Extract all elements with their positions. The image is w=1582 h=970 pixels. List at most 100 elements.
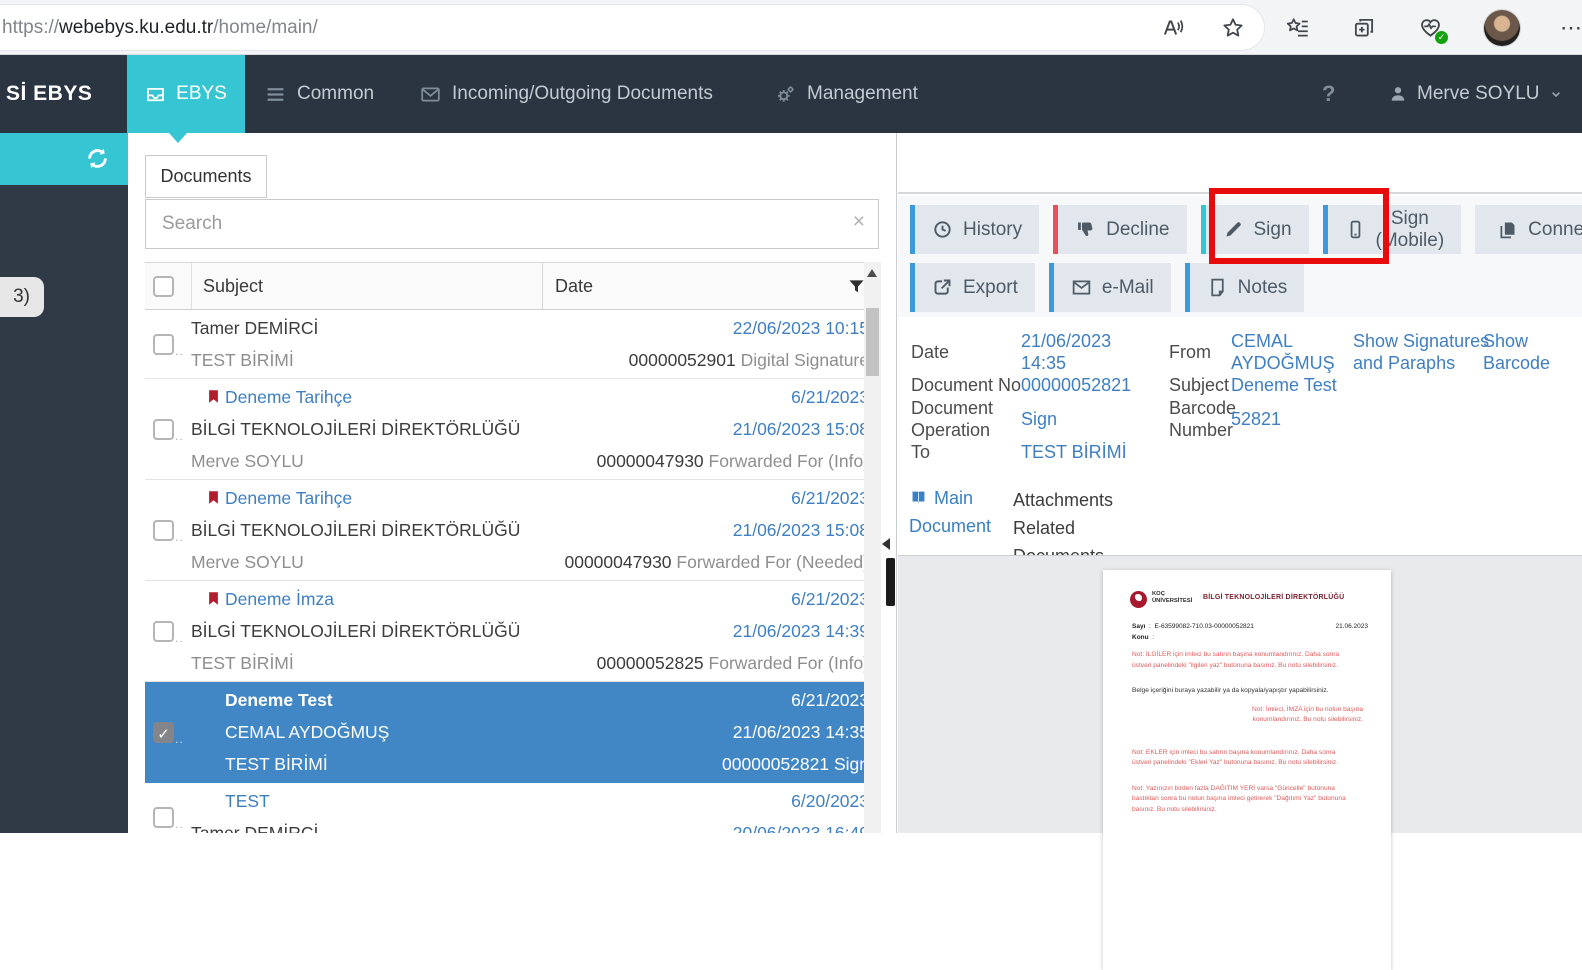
- tab-attachments[interactable]: Attachments: [1013, 486, 1113, 514]
- select-all-checkbox[interactable]: [145, 276, 191, 297]
- app-brand: Sİ EBYS: [6, 55, 92, 133]
- thumb-down-icon: [1075, 219, 1096, 240]
- collapse-panel-arrow[interactable]: [882, 538, 890, 550]
- nav-tab-incoming-outgoing[interactable]: Incoming/Outgoing Documents: [420, 55, 713, 133]
- document-list: Tamer DEMİRCİTEST BİRİMİ22/06/2023 10:15…: [145, 310, 879, 833]
- connections-button[interactable]: Connections: [1475, 205, 1582, 254]
- avatar[interactable]: [1484, 10, 1520, 46]
- clock-icon: [932, 219, 953, 240]
- table-row[interactable]: Deneme İmzaBİLGİ TEKNOLOJİLERİ DİREKTÖRL…: [145, 581, 879, 682]
- search-box: ×: [145, 199, 879, 249]
- scrollbar-thumb[interactable]: [866, 308, 879, 376]
- table-row[interactable]: Deneme TarihçeBİLGİ TEKNOLOJİLERİ DİREKT…: [145, 379, 879, 480]
- nav-tab-ebys[interactable]: EBYS: [127, 55, 245, 133]
- sign-button[interactable]: Sign: [1201, 205, 1309, 254]
- row-checkbox[interactable]: [145, 621, 191, 642]
- field-value-date: 21/06/2023 14:35: [1021, 330, 1133, 374]
- field-value-document-no: 00000052821: [1021, 374, 1131, 396]
- sayi-line: Sayı : E-63599082-710.03-00000052821: [1132, 623, 1254, 630]
- nav-tab-label: Incoming/Outgoing Documents: [452, 83, 713, 105]
- mobile-icon: [1345, 219, 1366, 240]
- nav-tab-management[interactable]: Management: [775, 55, 918, 133]
- sidebar: 3): [0, 133, 128, 833]
- field-label-document-operation: Document Operation: [911, 397, 1007, 441]
- app-navbar: Sİ EBYS EBYS Common Incoming/Outgoing Do…: [0, 55, 1582, 133]
- university-name: KOÇ ÜNİVERSİTESİ: [1152, 591, 1190, 605]
- mail-icon: [1071, 277, 1092, 298]
- gears-icon: [775, 84, 796, 105]
- row-checkbox[interactable]: [145, 419, 191, 440]
- favorite-star-icon[interactable]: [1220, 15, 1246, 41]
- konu-line: Konu :: [1132, 634, 1154, 641]
- nav-tab-label: Management: [807, 83, 918, 105]
- table-row[interactable]: Deneme TarihçeBİLGİ TEKNOLOJİLERİ DİREKT…: [145, 480, 879, 581]
- user-menu[interactable]: Merve SOYLU: [1388, 55, 1564, 133]
- department-title: BİLGİ TEKNOLOJİLERİ DİREKTÖRLÜĞÜ: [1203, 594, 1344, 601]
- splitter-handle[interactable]: [886, 558, 895, 606]
- table-header: Subject Date: [145, 262, 879, 310]
- field-value-subject: Deneme Test: [1231, 374, 1337, 396]
- chevron-down-icon: [1548, 86, 1564, 102]
- note-icon: [1207, 277, 1228, 298]
- field-value-document-operation: Sign: [1021, 408, 1057, 430]
- export-button[interactable]: Export: [910, 263, 1035, 312]
- preview-note: Not: Yazınızın birden fazla DAĞITIM YERİ…: [1132, 784, 1347, 816]
- nav-tab-common[interactable]: Common: [265, 55, 374, 133]
- row-checkbox[interactable]: [145, 520, 191, 541]
- row-checkbox[interactable]: ✓: [145, 722, 191, 743]
- active-tab-pointer: [169, 133, 187, 143]
- field-label-to: To: [911, 441, 930, 463]
- read-aloud-icon[interactable]: [1160, 15, 1186, 41]
- table-row[interactable]: Tamer DEMİRCİTEST BİRİMİ22/06/2023 10:15…: [145, 310, 879, 379]
- browser-menu-icon[interactable]: ⋯: [1560, 15, 1582, 41]
- row-checkbox[interactable]: [145, 807, 191, 828]
- help-button[interactable]: ?: [1322, 55, 1335, 133]
- row-checkbox[interactable]: [145, 334, 191, 355]
- address-bar[interactable]: https://webebys.ku.edu.tr/home/main/: [0, 5, 1264, 50]
- collections-icon[interactable]: [1351, 15, 1377, 41]
- document-view-tabs: Main Document Attachments Related Docume…: [898, 480, 1582, 555]
- history-button[interactable]: History: [910, 205, 1039, 254]
- column-header-subject[interactable]: Subject: [191, 263, 542, 309]
- table-row[interactable]: TESTTamer DEMİRCİ6/20/202320/06/2023 16:…: [145, 783, 879, 833]
- table-row[interactable]: ✓Deneme TestCEMAL AYDOĞMUŞTEST BİRİMİ6/2…: [145, 682, 879, 783]
- copy-doc-icon: [1497, 219, 1518, 240]
- preview-note: Not: EKLER için imleci bu satırın başına…: [1132, 748, 1347, 769]
- document-preview-area[interactable]: KOÇ ÜNİVERSİTESİ BİLGİ TEKNOLOJİLERİ DİR…: [898, 555, 1582, 833]
- scroll-up-arrow[interactable]: [867, 269, 877, 277]
- pencil-icon: [1223, 219, 1244, 240]
- university-logo: [1130, 591, 1147, 608]
- field-label-document-no: Document No: [911, 374, 1021, 396]
- sign-mobile-button[interactable]: Sign (Mobile): [1323, 205, 1462, 254]
- list-scrollbar[interactable]: [864, 262, 881, 833]
- field-label-from: From: [1169, 341, 1211, 363]
- export-icon: [932, 277, 953, 298]
- inbox-icon: [145, 84, 166, 105]
- decline-button[interactable]: Decline: [1053, 205, 1186, 254]
- tab-documents[interactable]: Documents: [145, 155, 267, 198]
- preview-note: Not: İLGİLER için imleci bu satırın başı…: [1132, 650, 1347, 671]
- nav-tab-label: Common: [297, 83, 374, 105]
- url-host: webebys.ku.edu.tr: [59, 17, 213, 39]
- person-icon: [1388, 84, 1408, 104]
- count-badge: 3): [0, 277, 44, 317]
- favorites-bar-icon[interactable]: [1285, 15, 1311, 41]
- url-scheme: https://: [2, 17, 59, 39]
- detail-panel-header: [898, 133, 1582, 194]
- show-barcode-link[interactable]: Show Barcode: [1483, 330, 1565, 374]
- field-value-to: TEST BİRİMİ: [1021, 441, 1127, 463]
- preview-note: Belge içeriğini buraya yazabilir ya da k…: [1132, 686, 1347, 697]
- tab-main-document[interactable]: Main Document: [909, 484, 1015, 540]
- nav-tab-label: EBYS: [176, 83, 227, 105]
- search-input[interactable]: [146, 200, 878, 248]
- column-header-date[interactable]: Date: [542, 263, 879, 309]
- sidebar-header: [0, 133, 128, 185]
- browser-essentials-icon[interactable]: ✓: [1417, 14, 1444, 41]
- clear-search-icon[interactable]: ×: [853, 210, 865, 234]
- refresh-icon[interactable]: [84, 145, 111, 172]
- preview-note: Not: İmleci, İMZA için bu notun başına k…: [1213, 705, 1363, 726]
- email-button[interactable]: e-Mail: [1049, 263, 1171, 312]
- envelope-icon: [420, 84, 441, 105]
- url-path: /home/main/: [213, 17, 318, 39]
- notes-button[interactable]: Notes: [1185, 263, 1305, 312]
